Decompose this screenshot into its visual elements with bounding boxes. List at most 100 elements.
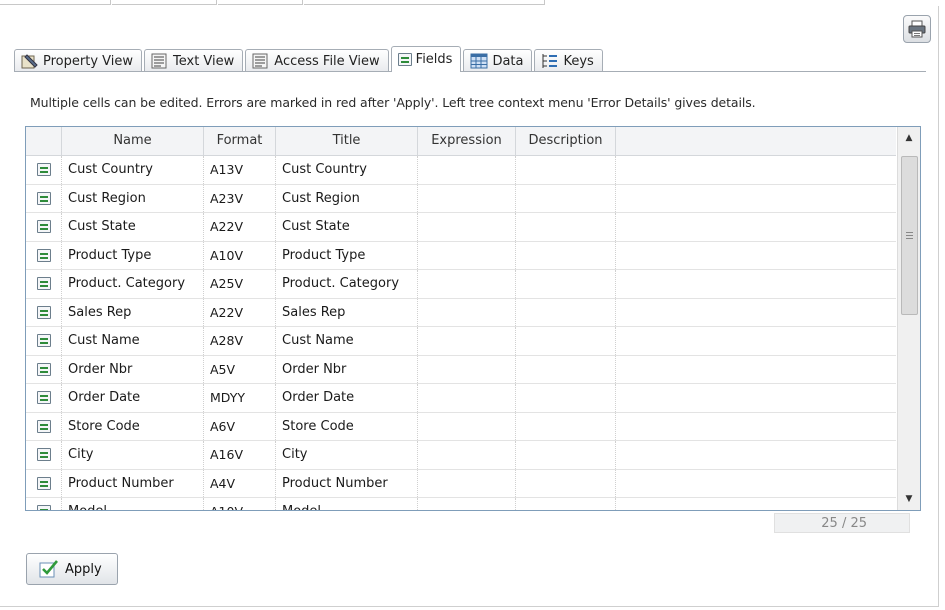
cell-name[interactable]: Order Nbr [62,355,204,383]
cell-format[interactable]: A10V [204,241,276,269]
cell-expression[interactable] [418,213,516,241]
table-row[interactable]: Order Nbr A5V Order Nbr [26,355,896,384]
scroll-up-icon[interactable]: ▲ [898,129,920,147]
apply-button[interactable]: Apply [26,553,118,585]
cell-title[interactable]: Cust State [276,213,418,241]
grip-icon [906,232,913,239]
cell-description[interactable] [516,241,616,269]
cell-description[interactable] [516,298,616,326]
cell-name[interactable]: Cust State [62,213,204,241]
fields-icon [397,53,412,66]
cell-name[interactable]: Model [62,498,204,510]
cell-expression[interactable] [418,241,516,269]
table-row[interactable]: Sales Rep A22V Sales Rep [26,298,896,327]
table-row[interactable]: Product Number A4V Product Number [26,469,896,498]
table-row[interactable]: Store Code A6V Store Code [26,412,896,441]
cell-description[interactable] [516,156,616,184]
row-icon-cell [26,241,62,269]
cell-description[interactable] [516,441,616,469]
cell-expression[interactable] [418,156,516,184]
cell-title[interactable]: Cust Region [276,184,418,212]
table-row[interactable]: ModelA10VModel [26,498,896,510]
cell-title[interactable]: City [276,441,418,469]
table-row[interactable]: Cust Country A13V Cust Country [26,156,896,185]
cell-format[interactable]: A13V [204,156,276,184]
cell-description[interactable] [516,184,616,212]
table-row[interactable]: Cust State A22V Cust State [26,213,896,242]
tab-data[interactable]: Data [463,49,533,72]
cell-format[interactable]: A6V [204,412,276,440]
cell-title[interactable]: Cust Name [276,327,418,355]
cell-description[interactable] [516,384,616,412]
cell-format[interactable]: A28V [204,327,276,355]
cell-name[interactable]: City [62,441,204,469]
cell-title[interactable]: Sales Rep [276,298,418,326]
cell-expression[interactable] [418,498,516,510]
table-row[interactable]: Cust Region A23V Cust Region [26,184,896,213]
cell-title[interactable]: Product Type [276,241,418,269]
cell-description[interactable] [516,213,616,241]
cell-expression[interactable] [418,355,516,383]
cell-name[interactable]: Store Code [62,412,204,440]
cell-name[interactable]: Product Type [62,241,204,269]
cell-format[interactable]: A10V [204,498,276,510]
cell-expression[interactable] [418,298,516,326]
cell-description[interactable] [516,498,616,510]
cell-expression[interactable] [418,469,516,497]
cell-title[interactable]: Product Number [276,469,418,497]
tab-property-view[interactable]: Property View [14,49,142,72]
table-row[interactable]: Cust Name A28V Cust Name [26,327,896,356]
row-icon-cell [26,412,62,440]
cell-description[interactable] [516,327,616,355]
header-description[interactable]: Description [516,127,616,155]
cell-title[interactable]: Cust Country [276,156,418,184]
header-format[interactable]: Format [204,127,276,155]
cell-format[interactable]: A5V [204,355,276,383]
cell-format[interactable]: A16V [204,441,276,469]
cell-title[interactable]: Store Code [276,412,418,440]
cell-format[interactable]: A23V [204,184,276,212]
cell-expression[interactable] [418,184,516,212]
print-button[interactable] [903,15,931,43]
table-row[interactable]: Order Date MDYY Order Date [26,384,896,413]
header-filler [616,127,896,155]
table-row[interactable]: Product Type A10V Product Type [26,241,896,270]
tab-access-file-view[interactable]: Access File View [245,49,389,72]
cell-name[interactable]: Cust Region [62,184,204,212]
header-expression[interactable]: Expression [418,127,516,155]
cell-format[interactable]: A22V [204,298,276,326]
cell-name[interactable]: Product. Category [62,270,204,298]
header-title[interactable]: Title [276,127,418,155]
cell-title[interactable]: Order Nbr [276,355,418,383]
table-row[interactable]: Product. Category A25V Product. Category [26,270,896,299]
cell-description[interactable] [516,355,616,383]
cell-format[interactable]: A4V [204,469,276,497]
cell-description[interactable] [516,270,616,298]
cell-format[interactable]: MDYY [204,384,276,412]
cell-expression[interactable] [418,412,516,440]
table-row[interactable]: City A16V City [26,441,896,470]
cell-title[interactable]: Product. Category [276,270,418,298]
tab-fields[interactable]: Fields [390,46,462,72]
cell-name[interactable]: Product Number [62,469,204,497]
cell-title[interactable]: Model [276,498,418,510]
cell-expression[interactable] [418,270,516,298]
cell-expression[interactable] [418,327,516,355]
cell-format[interactable]: A22V [204,213,276,241]
cell-name[interactable]: Cust Name [62,327,204,355]
tab-text-view[interactable]: Text View [144,49,244,72]
cell-description[interactable] [516,469,616,497]
cell-name[interactable]: Order Date [62,384,204,412]
header-name[interactable]: Name [62,127,204,155]
cell-name[interactable]: Sales Rep [62,298,204,326]
scroll-down-icon[interactable]: ▼ [898,490,920,508]
tab-keys[interactable]: Keys [534,49,603,72]
cell-description[interactable] [516,412,616,440]
cell-title[interactable]: Order Date [276,384,418,412]
vertical-scrollbar[interactable]: ▲ ▼ [897,127,920,510]
cell-expression[interactable] [418,384,516,412]
scrollbar-thumb[interactable] [901,156,918,315]
cell-format[interactable]: A25V [204,270,276,298]
cell-expression[interactable] [418,441,516,469]
cell-name[interactable]: Cust Country [62,156,204,184]
